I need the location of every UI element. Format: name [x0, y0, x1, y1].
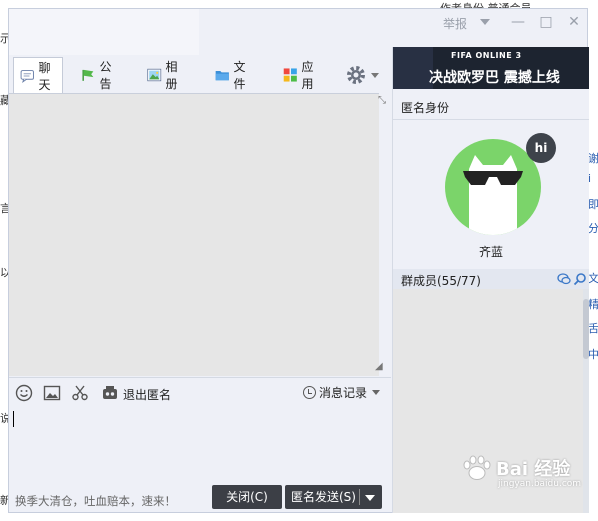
background-page-right: 作者身份 普通会员 谢 i 即 分 文 精 舌 中: [440, 0, 598, 521]
tab-label: 相册: [165, 60, 178, 91]
chat-bubbles-icon[interactable]: [557, 272, 571, 286]
scissors-icon[interactable]: [71, 384, 89, 402]
apps-grid-icon: [283, 68, 297, 82]
members-scrollbar[interactable]: [583, 289, 589, 513]
expand-icon[interactable]: ⤡: [378, 95, 386, 106]
message-input[interactable]: [9, 407, 391, 481]
watermark-text: Bai 经验: [496, 459, 571, 480]
report-button[interactable]: 举报: [443, 15, 467, 32]
settings-button[interactable]: [345, 57, 379, 93]
send-label: 匿名发送(S): [291, 490, 356, 504]
emoji-icon[interactable]: [15, 384, 33, 402]
tab-album[interactable]: 相册: [147, 57, 183, 93]
input-toolbar: 退出匿名 消息记录: [9, 377, 391, 408]
background-text: 舌: [588, 322, 598, 335]
background-page-left: 示 藏 言 以 说 新: [0, 0, 11, 521]
tab-chat[interactable]: 聊天: [13, 57, 64, 94]
chevron-down-icon: [372, 390, 381, 395]
baidu-watermark: Bai 经验 jingyan.baidu.com: [462, 455, 581, 489]
tab-label: 应用: [301, 60, 314, 91]
background-text: 文: [588, 272, 598, 285]
right-panel: FIFA ONLINE 3 决战欧罗巴 震撼上线 匿名身份 hi 齐蓝 群成员(…: [392, 47, 589, 513]
tab-announcement[interactable]: 公告: [81, 57, 117, 93]
divider: [359, 489, 360, 505]
folder-icon: [215, 71, 229, 81]
tab-label: 公告: [99, 60, 112, 91]
tab-label: 聊天: [38, 61, 51, 92]
tab-apps[interactable]: 应用: [283, 57, 319, 93]
search-icon[interactable]: [573, 272, 587, 286]
clock-icon: [303, 386, 316, 399]
background-text: 中: [588, 348, 598, 361]
maximize-button[interactable]: □: [537, 13, 555, 31]
anonymous-name: 齐蓝: [478, 245, 503, 259]
report-dropdown-icon[interactable]: [480, 19, 490, 25]
message-history-button[interactable]: 消息记录: [303, 384, 381, 401]
history-label: 消息记录: [319, 386, 368, 400]
close-button[interactable]: 关闭(C): [212, 485, 282, 509]
members-header: 群成员(55/77): [393, 269, 589, 289]
paw-icon: [463, 455, 491, 480]
mask-icon[interactable]: [101, 384, 119, 402]
members-title: 群成员(55/77): [401, 274, 481, 288]
close-window-button[interactable]: ✕: [565, 13, 583, 31]
ad-link[interactable]: 换季大清仓，吐血赔本，速来！: [15, 493, 176, 509]
gear-icon: [347, 66, 365, 84]
tab-label: 文件: [233, 60, 246, 91]
background-text: 谢: [588, 152, 598, 165]
scroll-thumb[interactable]: [583, 299, 589, 359]
watermark-url: jingyan.baidu.com: [498, 479, 582, 489]
resize-handle-icon[interactable]: ◢: [375, 361, 383, 372]
background-text: 即: [588, 198, 598, 211]
chat-bubble-icon: [20, 70, 34, 83]
banner-decoration: [393, 47, 433, 89]
titlebar: 举报 — □ ✕: [9, 9, 589, 47]
bottom-bar: 换季大清仓，吐血赔本，速来！ 关闭(C) 匿名发送(S): [9, 481, 391, 513]
minimize-button[interactable]: —: [509, 13, 527, 31]
hi-badge: hi: [526, 133, 556, 163]
settings-dropdown-icon: [371, 72, 379, 78]
tab-files[interactable]: 文件: [215, 57, 251, 93]
group-chat-window: 举报 — □ ✕ 聊天 公告 相册 文件 应用 ⤡ ◢ 退出匿名 消息记录 换季…: [8, 8, 589, 513]
message-area[interactable]: [9, 93, 379, 376]
anonymous-send-button[interactable]: 匿名发送(S): [285, 485, 382, 509]
ad-banner[interactable]: FIFA ONLINE 3 决战欧罗巴 震撼上线: [393, 47, 589, 89]
anonymous-identity-title: 匿名身份: [401, 101, 450, 115]
banner-logo: FIFA ONLINE 3: [451, 51, 522, 60]
divider: [393, 119, 589, 120]
exit-anonymous-button[interactable]: 退出匿名: [123, 386, 171, 403]
image-icon[interactable]: [43, 384, 61, 402]
background-text: 精: [588, 298, 598, 311]
text-cursor: [13, 411, 14, 427]
send-options-dropdown-icon[interactable]: [365, 495, 375, 501]
photo-icon: [147, 68, 162, 82]
background-text: 分: [588, 222, 598, 235]
banner-slogan: 决战欧罗巴 震撼上线: [429, 70, 560, 86]
flag-icon: [82, 69, 94, 81]
